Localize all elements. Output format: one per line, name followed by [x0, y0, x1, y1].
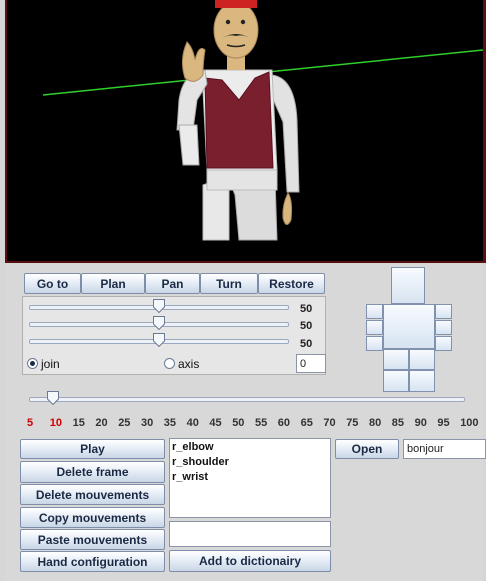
- slider-thumb-3[interactable]: [153, 333, 165, 347]
- timeline-tick-label: 90: [414, 417, 427, 429]
- add-to-dictionary-button[interactable]: Add to dictionairy: [169, 550, 331, 572]
- body-right-hand[interactable]: [435, 336, 452, 351]
- timeline-tick-label: 35: [163, 417, 177, 429]
- timeline-tick-label: 45: [209, 417, 222, 429]
- body-right-leg[interactable]: [409, 370, 435, 392]
- timeline-tick-label: 5: [27, 417, 34, 429]
- slider-value-1: 50: [300, 303, 313, 315]
- joints-list[interactable]: r_elbow r_shoulder r_wrist: [169, 438, 331, 518]
- avatar-scene: [42, 0, 484, 241]
- slider-value-3: 50: [300, 338, 313, 350]
- body-head-part[interactable]: [391, 267, 425, 304]
- timeline-tick-label: 65: [300, 417, 313, 429]
- list-item[interactable]: r_elbow: [172, 440, 328, 455]
- timeline-tick-label: 70: [323, 417, 336, 429]
- open-button[interactable]: Open: [335, 439, 399, 459]
- slider-thumb-1[interactable]: [153, 299, 165, 313]
- timeline-tick-label: 75: [346, 417, 359, 429]
- body-left-thigh[interactable]: [383, 349, 409, 370]
- axis-radio[interactable]: [164, 358, 175, 369]
- goto-button[interactable]: Go to: [24, 273, 81, 294]
- timeline-tick-label: 50: [232, 417, 245, 429]
- slider-value-2: 50: [300, 320, 313, 332]
- delete-frame-button[interactable]: Delete frame: [20, 461, 165, 483]
- 3d-viewport[interactable]: [5, 0, 486, 263]
- timeline-tick-label: 85: [391, 417, 405, 429]
- list-item[interactable]: r_shoulder: [172, 455, 328, 470]
- body-right-upper-arm[interactable]: [435, 304, 452, 319]
- body-right-thigh[interactable]: [409, 349, 435, 370]
- timeline-track[interactable]: [29, 397, 465, 402]
- body-right-forearm[interactable]: [435, 320, 452, 335]
- angle-number-input[interactable]: [296, 354, 326, 373]
- timeline-tick-label: 80: [369, 417, 382, 429]
- timeline-tick-label: 30: [141, 417, 154, 429]
- join-radio[interactable]: [27, 358, 38, 369]
- timeline-tick-label: 25: [118, 417, 131, 429]
- delete-mouvements-button[interactable]: Delete mouvements: [20, 484, 165, 505]
- body-left-leg[interactable]: [383, 370, 409, 392]
- slider-thumb-2[interactable]: [153, 316, 165, 330]
- body-left-upper-arm[interactable]: [366, 304, 383, 319]
- timeline-tick-label: 40: [186, 417, 199, 429]
- timeline-tick-label: 100: [460, 417, 479, 429]
- timeline-tick-label: 95: [437, 417, 450, 429]
- pan-button[interactable]: Pan: [145, 273, 200, 294]
- join-label: join: [41, 357, 60, 371]
- hand-configuration-button[interactable]: Hand configuration: [20, 551, 165, 572]
- sign-name-input[interactable]: [403, 439, 486, 459]
- timeline-tick-label: 10: [49, 417, 63, 429]
- timeline-thumb[interactable]: [47, 391, 59, 405]
- body-left-forearm[interactable]: [366, 320, 383, 335]
- play-button[interactable]: Play: [20, 439, 165, 459]
- paste-mouvements-button[interactable]: Paste mouvements: [20, 529, 165, 550]
- timeline-tick-label: 15: [72, 417, 85, 429]
- timeline-tick-label: 60: [277, 417, 291, 429]
- timeline-tick-label: 55: [255, 417, 268, 429]
- turn-button[interactable]: Turn: [200, 273, 258, 294]
- timeline-tick-label: 20: [95, 417, 108, 429]
- dictionary-word-input[interactable]: [169, 521, 331, 547]
- copy-mouvements-button[interactable]: Copy mouvements: [20, 507, 165, 528]
- restore-button[interactable]: Restore: [258, 273, 325, 294]
- body-left-hand[interactable]: [366, 336, 383, 351]
- axis-label: axis: [178, 357, 200, 371]
- list-item[interactable]: r_wrist: [172, 470, 328, 485]
- plan-button[interactable]: Plan: [81, 273, 145, 294]
- body-torso-part[interactable]: [383, 304, 435, 349]
